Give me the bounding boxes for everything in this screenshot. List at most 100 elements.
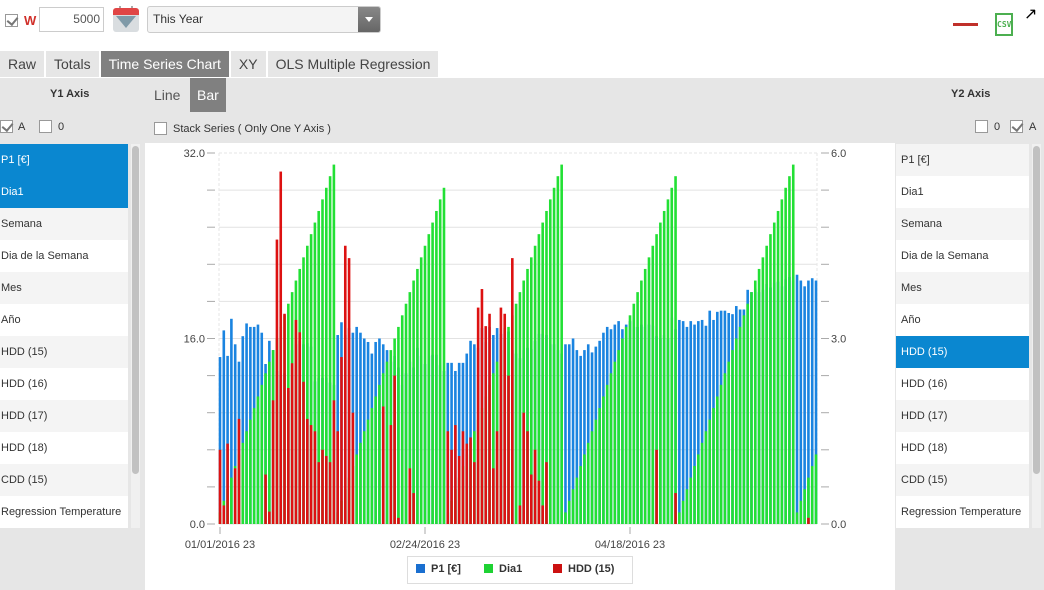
bar-dia1 [602, 396, 605, 524]
y1-list-item[interactable]: P1 [€] [0, 144, 128, 176]
time-series-bar-chart: 0.0 16.0 32.0 0.0 3.0 6.0 01/01/2016 23 02/24/2… [184, 148, 847, 551]
bar-hdd-15- [507, 375, 510, 524]
y2-list-item[interactable]: Año [896, 304, 1029, 336]
y1-list-item[interactable]: Dia de la Semana [0, 240, 128, 272]
bar-hdd-15- [294, 319, 298, 524]
y2-list-scrollbar[interactable] [1032, 144, 1041, 528]
y1-list-item[interactable]: Mes [0, 272, 128, 304]
bar-dia1 [427, 234, 431, 524]
bar-dia1 [723, 373, 727, 524]
bar-dia1 [628, 315, 632, 524]
bar-hdd-15- [381, 406, 385, 524]
line-mode-button[interactable]: Line [147, 78, 187, 112]
legend-swatch-dia1 [484, 564, 493, 573]
bar-hdd-15- [529, 474, 533, 524]
bar-hdd-15- [321, 449, 324, 524]
legend-item-p1[interactable]: P1 [€] [416, 563, 461, 575]
bar-dia1 [636, 292, 639, 524]
y1-list-item[interactable]: Semana [0, 208, 128, 240]
chevron-down-icon[interactable] [358, 7, 380, 32]
stack-series-checkbox[interactable] [154, 122, 167, 135]
w-value-input[interactable]: 5000 [39, 7, 104, 32]
bar-hdd-15- [298, 332, 302, 524]
period-select-value: This Year [153, 12, 204, 26]
bar-hdd-15- [446, 431, 450, 524]
w-checkbox[interactable] [5, 14, 18, 27]
y2-auto-label: A [1029, 121, 1037, 133]
y2-auto-checkbox[interactable] [1010, 120, 1023, 133]
tab-ols-multiple-regression[interactable]: OLS Multiple Regression [267, 51, 439, 77]
bar-hdd-15- [480, 289, 484, 524]
bar-dia1 [647, 257, 651, 524]
bar-hdd-15- [518, 505, 522, 524]
y1-list-item[interactable]: HDD (17) [0, 400, 128, 432]
bar-hdd-15- [347, 258, 351, 524]
y1-list-item[interactable]: Año [0, 304, 128, 336]
bar-hdd-15- [461, 431, 465, 524]
bar-hdd-15- [268, 511, 271, 524]
calendar-icon[interactable] [113, 6, 139, 32]
x-tick-label: 02/24/2016 23 [390, 539, 460, 551]
tab-time-series-chart[interactable]: Time Series Chart [100, 51, 229, 77]
bar-dia1 [400, 315, 404, 524]
y2-list-item[interactable]: HDD (16) [896, 368, 1029, 400]
y1-auto-checkbox[interactable] [0, 120, 13, 133]
y1-auto-label: A [18, 121, 26, 133]
y1-list-item[interactable]: Regression Temperature [0, 496, 128, 528]
bar-hdd-15- [503, 313, 507, 524]
tab-xy[interactable]: XY [230, 51, 266, 77]
y1-list-item[interactable]: HDD (16) [0, 368, 128, 400]
bar-mode-button[interactable]: Bar [190, 78, 226, 112]
y1-list-item[interactable]: HDD (18) [0, 432, 128, 464]
bar-dia1 [374, 396, 377, 524]
y1-list-item[interactable]: CDD (15) [0, 464, 128, 496]
tab-raw[interactable]: Raw [0, 51, 45, 77]
bar-dia1 [716, 396, 719, 524]
bar-dia1 [571, 489, 575, 524]
period-select[interactable]: This Year [147, 6, 381, 33]
y1-tick-label: 0.0 [190, 519, 205, 531]
bar-hdd-15- [541, 505, 544, 524]
bar-hdd-15- [283, 313, 286, 524]
y2-series-list[interactable]: P1 [€] Dia1 Semana Dia de la Semana Mes Año HD… [896, 144, 1029, 528]
bar-dia1 [419, 257, 423, 524]
legend-item-dia1[interactable]: Dia1 [484, 563, 522, 575]
bar-hdd-15- [655, 449, 658, 524]
x-tick-label: 01/01/2016 23 [185, 539, 255, 551]
y2-list-item[interactable]: Dia de la Semana [896, 240, 1029, 272]
expand-arrow-icon[interactable]: ↗ [1024, 4, 1037, 24]
bar-hdd-15- [545, 462, 548, 524]
bar-dia1 [438, 199, 442, 524]
y2-list-item[interactable]: HDD (15) [896, 336, 1029, 368]
bar-hdd-15- [511, 258, 514, 524]
y2-list-item[interactable]: P1 [€] [896, 144, 1029, 176]
w-label: W [24, 13, 37, 28]
bar-hdd-15- [469, 437, 472, 524]
y2-zero-checkbox[interactable] [975, 120, 988, 133]
y1-list-item[interactable]: HDD (15) [0, 336, 128, 368]
bar-hdd-15- [222, 505, 226, 524]
y2-list-scroll-thumb[interactable] [1033, 146, 1040, 474]
bar-hdd-15- [343, 245, 347, 524]
y1-zero-checkbox[interactable] [39, 120, 52, 133]
y2-list-item[interactable]: Dia1 [896, 176, 1029, 208]
y1-series-list[interactable]: P1 [€] Dia1 Semana Dia de la Semana Mes Año HD… [0, 144, 128, 528]
y2-list-item[interactable]: Mes [896, 272, 1029, 304]
y1-list-scrollbar[interactable] [131, 144, 140, 528]
bar-dia1 [552, 187, 556, 524]
bar-dia1 [598, 408, 601, 524]
y2-list-item[interactable]: HDD (18) [896, 432, 1029, 464]
bar-dia1 [541, 222, 544, 524]
y2-list-item[interactable]: HDD (17) [896, 400, 1029, 432]
legend-item-hdd15[interactable]: HDD (15) [553, 563, 614, 575]
bar-dia1 [560, 164, 563, 524]
y2-list-item[interactable]: Semana [896, 208, 1029, 240]
y2-list-item[interactable]: Regression Temperature [896, 496, 1029, 528]
bar-dia1 [613, 361, 617, 524]
tab-totals[interactable]: Totals [46, 51, 99, 77]
line-color-indicator[interactable] [953, 23, 978, 26]
y2-list-item[interactable]: CDD (15) [896, 464, 1029, 496]
y1-list-scroll-thumb[interactable] [132, 146, 139, 474]
y1-list-item[interactable]: Dia1 [0, 176, 128, 208]
csv-export-icon[interactable]: CSV [995, 13, 1013, 36]
